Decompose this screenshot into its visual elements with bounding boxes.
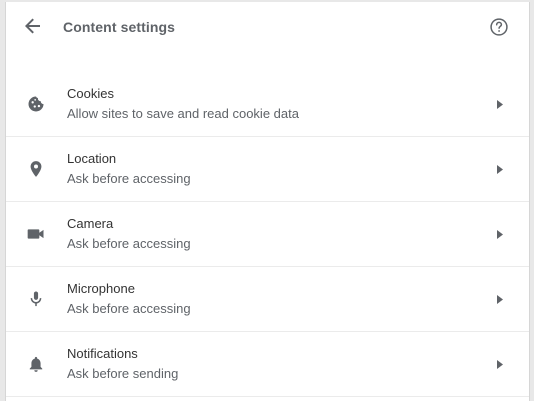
- setting-subtitle: Allow sites to save and read cookie data: [67, 106, 299, 121]
- chevron-right-icon: [496, 229, 504, 239]
- setting-title: Notifications: [67, 346, 138, 361]
- setting-title: Location: [67, 151, 117, 166]
- back-button[interactable]: [22, 15, 44, 37]
- location-pin-icon: [26, 159, 46, 179]
- arrow-back-icon: [25, 18, 40, 34]
- setting-subtitle: Ask before accessing: [67, 171, 191, 186]
- setting-row-location[interactable]: Location Ask before accessing: [6, 137, 529, 202]
- chevron-right-icon: [496, 164, 504, 174]
- setting-row-cookies[interactable]: Cookies Allow sites to save and read coo…: [6, 72, 529, 137]
- chevron-right-icon: [496, 294, 504, 304]
- setting-title: Cookies: [67, 86, 114, 101]
- help-circle-icon: [490, 18, 508, 36]
- help-button[interactable]: [488, 16, 510, 38]
- setting-row-camera[interactable]: Camera Ask before accessing: [6, 202, 529, 267]
- header: Content settings: [6, 2, 529, 52]
- setting-row-notifications[interactable]: Notifications Ask before sending: [6, 332, 529, 397]
- setting-title: Microphone: [67, 281, 135, 296]
- setting-title: Camera: [67, 216, 114, 231]
- page-title: Content settings: [63, 19, 176, 35]
- microphone-icon: [26, 289, 46, 309]
- cookie-icon: [26, 94, 46, 114]
- setting-subtitle: Ask before sending: [67, 366, 179, 381]
- setting-subtitle: Ask before accessing: [67, 301, 191, 316]
- camera-icon: [26, 224, 46, 244]
- bell-icon: [26, 354, 46, 374]
- settings-card: Content settings Cookies Allow sites to …: [5, 2, 530, 401]
- setting-row-microphone[interactable]: Microphone Ask before accessing: [6, 267, 529, 332]
- content-settings-list: Cookies Allow sites to save and read coo…: [6, 72, 529, 397]
- setting-subtitle: Ask before accessing: [67, 236, 191, 251]
- chevron-right-icon: [496, 99, 504, 109]
- chevron-right-icon: [496, 359, 504, 369]
